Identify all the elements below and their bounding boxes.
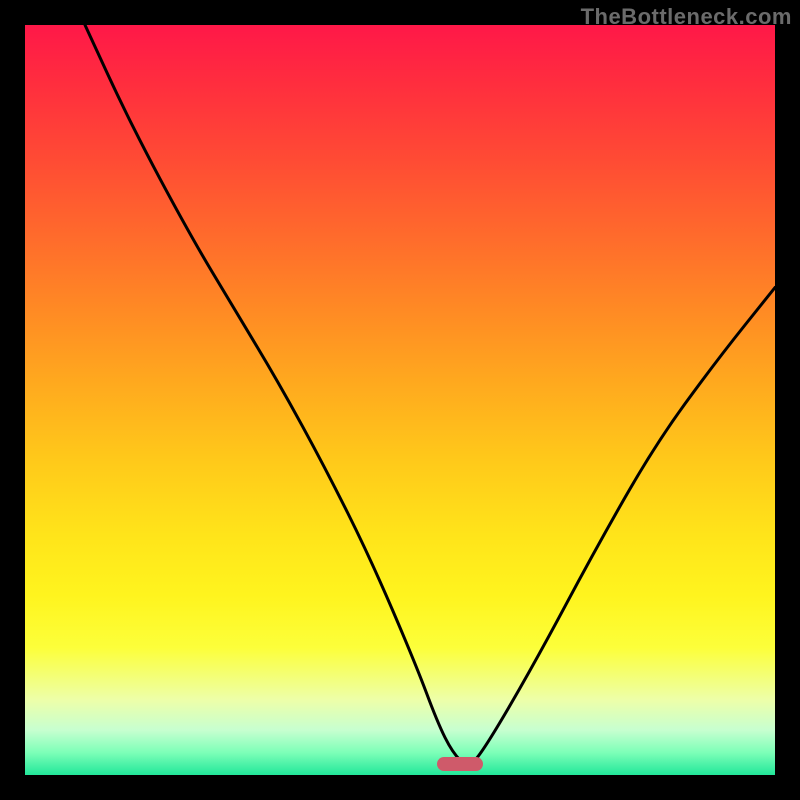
bottleneck-curve <box>25 25 775 775</box>
chart-frame: TheBottleneck.com <box>0 0 800 800</box>
curve-path <box>85 25 775 764</box>
plot-area <box>25 25 775 775</box>
optimum-marker <box>437 757 483 771</box>
watermark-text: TheBottleneck.com <box>581 4 792 30</box>
